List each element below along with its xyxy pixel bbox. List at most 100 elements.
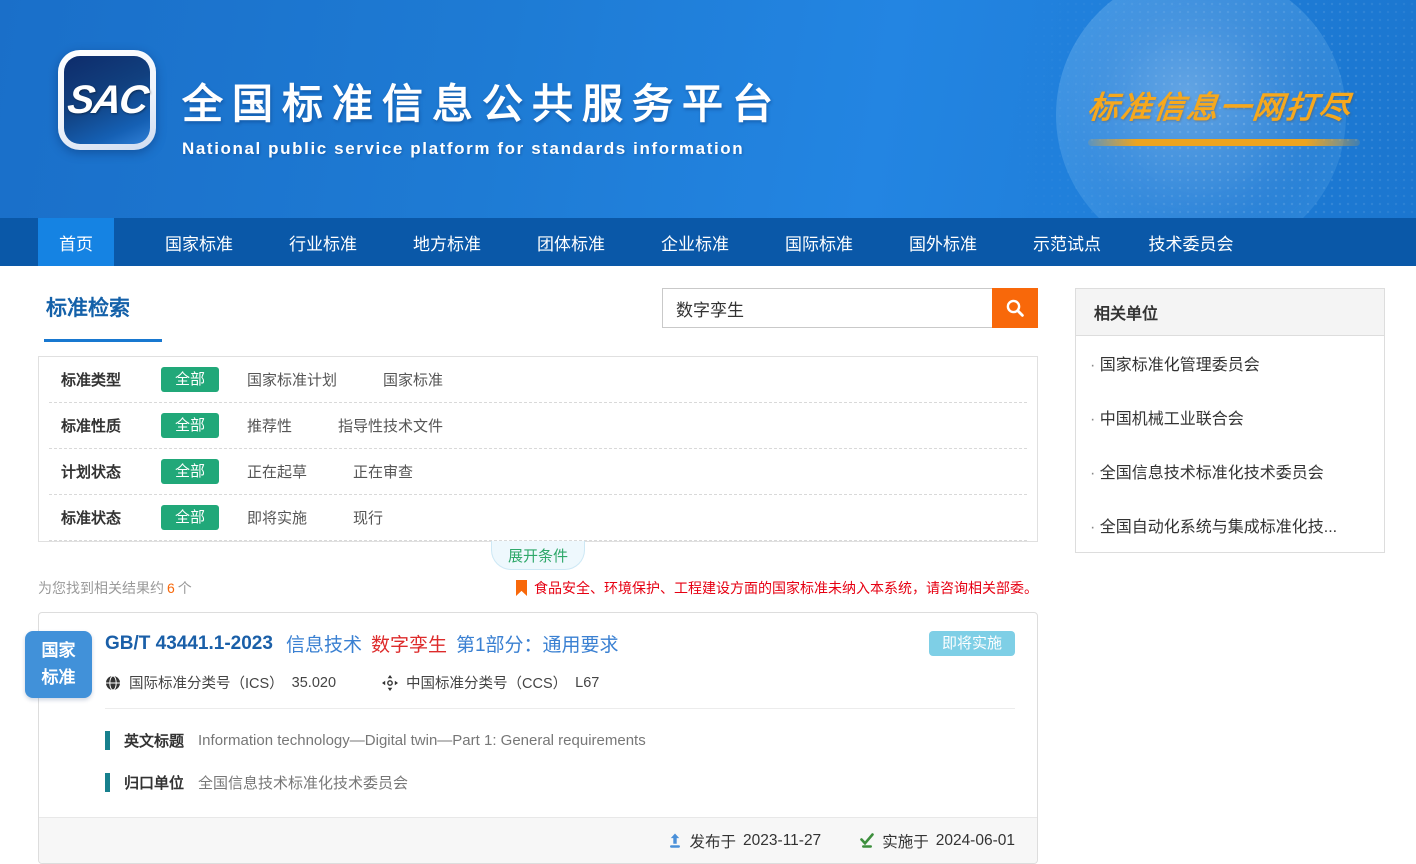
site-title-block: 全国标准信息公共服务平台 National public service pla…: [182, 70, 782, 159]
card-body: GB/T 43441.1-2023 信息技术 数字孪生 第1部分：通用要求 即将…: [39, 613, 1037, 795]
implement-check-icon: [859, 833, 875, 849]
nav-item-7[interactable]: 国际标准: [757, 218, 881, 266]
detail-label: 英文标题: [124, 730, 184, 751]
filter-label: 标准性质: [61, 415, 161, 436]
filter-option[interactable]: 指导性技术文件: [338, 415, 443, 436]
nav-item-4[interactable]: 地方标准: [385, 218, 509, 266]
related-unit-link[interactable]: 中国机械工业联合会: [1076, 390, 1384, 444]
badge-line2: 标准: [42, 665, 76, 691]
globe-icon: [105, 675, 121, 691]
standard-title-part1[interactable]: 信息技术: [286, 630, 362, 657]
status-badge: 即将实施: [929, 631, 1015, 656]
result-count-number: 6: [167, 580, 175, 596]
main-column: 标准检索 标准类型全部国家标准计划国家标准标准性质全部推荐性指导性技术文件计划状…: [38, 288, 1038, 864]
result-count: 为您找到相关结果约6个: [38, 578, 192, 598]
site-title: 全国标准信息公共服务平台: [182, 70, 782, 130]
compass-icon: [382, 675, 398, 691]
filter-all-button[interactable]: 全部: [161, 367, 219, 392]
slogan-underline: [1088, 139, 1360, 146]
search-box: [662, 288, 1038, 328]
filter-option[interactable]: 国家标准: [383, 369, 443, 390]
related-units-list: 国家标准化管理委员会中国机械工业联合会全国信息技术标准化技术委员会全国自动化系统…: [1076, 336, 1384, 552]
nav-item-6[interactable]: 企业标准: [633, 218, 757, 266]
badge-line1: 国家: [42, 638, 76, 664]
section-head: 标准检索: [38, 288, 1038, 352]
site-header: SAC 全国标准信息公共服务平台 National public service…: [0, 0, 1416, 218]
result-info: 为您找到相关结果约6个 食品安全、环境保护、工程建设方面的国家标准未纳入本系统，…: [38, 578, 1038, 598]
nav-item-9[interactable]: 示范试点: [1005, 218, 1129, 266]
filter-row: 标准类型全部 国家标准计划 国家标准: [49, 357, 1027, 403]
related-unit-link[interactable]: 全国信息技术标准化技术委员会: [1076, 444, 1384, 498]
nav-item-10[interactable]: 技术委员会: [1129, 218, 1253, 266]
detail-value: 全国信息技术标准化技术委员会: [198, 772, 408, 793]
publish-upload-icon: [667, 833, 683, 849]
result-count-suffix: 个: [178, 580, 192, 596]
ccs-label: 中国标准分类号（CCS）: [406, 672, 567, 693]
main-nav: 首页国家标准行业标准地方标准团体标准企业标准国际标准国外标准示范试点技术委员会: [0, 218, 1416, 266]
nav-item-3[interactable]: 行业标准: [261, 218, 385, 266]
filter-option[interactable]: 推荐性: [247, 415, 292, 436]
filter-option[interactable]: 国家标准计划: [247, 369, 337, 390]
related-unit-link[interactable]: 国家标准化管理委员会: [1076, 336, 1384, 390]
header-slogan: 标准信息一网打尽: [1088, 82, 1368, 146]
site-subtitle: National public service platform for sta…: [182, 139, 782, 159]
ics-label: 国际标准分类号（ICS）: [129, 672, 284, 693]
row-marker: [105, 731, 110, 750]
result-count-prefix: 为您找到相关结果约: [38, 580, 164, 596]
detail-value: Information technology—Digital twin—Part…: [198, 732, 646, 749]
standard-title-highlight[interactable]: 数字孪生: [371, 630, 447, 657]
card-meta-row: 国际标准分类号（ICS） 35.020 中国标准分类号（CCS） L67: [105, 672, 1015, 709]
search-input[interactable]: [662, 288, 992, 328]
filter-all-button[interactable]: 全部: [161, 459, 219, 484]
card-title-row: GB/T 43441.1-2023 信息技术 数字孪生 第1部分：通用要求 即将…: [105, 630, 1015, 657]
ccs-value: L67: [575, 675, 599, 691]
detail-label: 归口单位: [124, 772, 184, 793]
notice-banner: 食品安全、环境保护、工程建设方面的国家标准未纳入本系统，请咨询相关部委。: [516, 578, 1038, 598]
published-date-item: 发布于 2023-11-27: [667, 830, 822, 852]
filter-all-button[interactable]: 全部: [161, 505, 219, 530]
card-footer: 发布于 2023-11-27 实施于 2024-06-01: [39, 817, 1037, 863]
filter-box: 标准类型全部国家标准计划国家标准标准性质全部推荐性指导性技术文件计划状态全部正在…: [38, 356, 1038, 542]
sac-logo[interactable]: SAC: [58, 50, 156, 150]
standard-type-badge: 国家 标准: [25, 631, 92, 698]
related-unit-link[interactable]: 全国自动化系统与集成标准化技...: [1076, 498, 1384, 552]
search-button[interactable]: [992, 288, 1038, 328]
sac-logo-text: SAC: [65, 78, 150, 123]
implemented-label: 实施于: [882, 830, 929, 852]
search-icon: [1005, 298, 1025, 318]
nav-item-5[interactable]: 团体标准: [509, 218, 633, 266]
card-detail-row: 归口单位全国信息技术标准化技术委员会: [105, 772, 1015, 793]
page-title: 标准检索: [44, 292, 162, 342]
filter-label: 标准状态: [61, 507, 161, 528]
standard-title-part2[interactable]: 第1部分：通用要求: [456, 630, 619, 657]
card-detail-row: 英文标题 Information technology—Digital twin—…: [105, 730, 1015, 751]
nav-item-1[interactable]: 首页: [38, 218, 114, 266]
filter-option[interactable]: 即将实施: [247, 507, 307, 528]
implemented-date: 2024-06-01: [936, 832, 1015, 850]
row-marker: [105, 773, 110, 792]
nav-item-8[interactable]: 国外标准: [881, 218, 1005, 266]
filter-label: 计划状态: [61, 461, 161, 482]
content: 标准检索 标准类型全部国家标准计划国家标准标准性质全部推荐性指导性技术文件计划状…: [0, 266, 1416, 864]
card-detail-rows: 英文标题 Information technology—Digital twin—…: [105, 730, 1015, 793]
published-label: 发布于: [690, 830, 737, 852]
filter-option[interactable]: 现行: [353, 507, 383, 528]
notice-text: 食品安全、环境保护、工程建设方面的国家标准未纳入本系统，请咨询相关部委。: [534, 578, 1038, 598]
filter-option[interactable]: 正在审查: [353, 461, 413, 482]
filter-label: 标准类型: [61, 369, 161, 390]
nav-item-2[interactable]: 国家标准: [137, 218, 261, 266]
filter-option[interactable]: 正在起草: [247, 461, 307, 482]
filter-all-button[interactable]: 全部: [161, 413, 219, 438]
result-card: 国家 标准 GB/T 43441.1-2023 信息技术 数字孪生 第1部分：通…: [38, 612, 1038, 864]
filter-row: 标准性质全部 推荐性 指导性技术文件: [49, 403, 1027, 449]
bookmark-icon: [516, 580, 527, 596]
slogan-text: 标准信息一网打尽: [1086, 82, 1371, 127]
standard-code-link[interactable]: GB/T 43441.1-2023: [105, 633, 273, 655]
expand-conditions-button[interactable]: 展开条件: [491, 541, 585, 570]
related-units-panel: 相关单位 国家标准化管理委员会中国机械工业联合会全国信息技术标准化技术委员会全国…: [1075, 288, 1385, 553]
ics-value: 35.020: [292, 675, 336, 691]
sac-logo-mark: SAC: [64, 56, 150, 144]
published-date: 2023-11-27: [743, 832, 821, 850]
related-units-title: 相关单位: [1076, 289, 1384, 336]
implemented-date-item: 实施于 2024-06-01: [859, 830, 1015, 852]
